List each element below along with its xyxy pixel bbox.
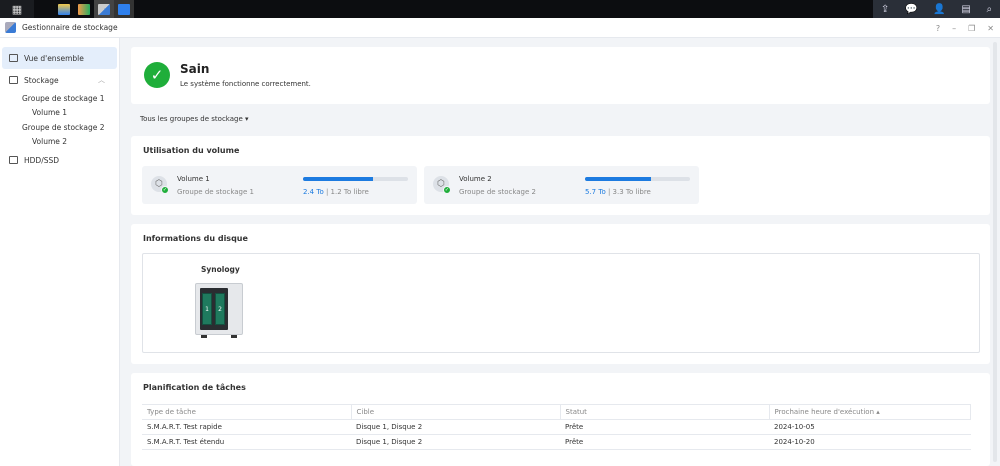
usage-bar [585,177,690,181]
separator: | [323,188,331,196]
sidebar-item-volume-1[interactable]: Volume 1 [0,106,119,121]
sidebar-item-storage[interactable]: Stockage ︿ [2,69,117,91]
volume-group: Groupe de stockage 2 [459,188,536,196]
sidebar-item-pool-1[interactable]: Groupe de stockage 1 [0,91,119,106]
close-button[interactable]: ✕ [987,24,994,33]
sidebar-item-overview[interactable]: Vue d'ensemble [2,47,117,69]
scrollbar-thumb[interactable] [993,42,997,462]
drive-bay-1[interactable]: 1 [202,293,212,325]
storage-manager-icon [5,22,16,33]
check-badge-icon: ✓ [161,186,169,194]
section-title: Planification de tâches [143,383,246,392]
main-content: ✓ Sain Le système fonctionne correctemen… [120,38,990,466]
search-icon[interactable]: ⌕ [986,4,992,15]
sidebar-item-volume-2[interactable]: Volume 2 [0,135,119,150]
volume-item[interactable]: ⬡ ✓ Volume 2 Groupe de stockage 2 5.7 To… [424,166,699,204]
table-row[interactable]: S.M.A.R.T. Test rapide Disque 1, Disque … [142,419,971,435]
usage-text: 5.7 To | 3.3 To libre [585,188,651,196]
drive-bay-2[interactable]: 2 [215,293,225,325]
section-title: Informations du disque [143,234,248,243]
nas-device-image[interactable]: 1 2 [195,283,243,338]
cell-type: S.M.A.R.T. Test étendu [142,434,351,450]
check-circle-icon: ✓ [144,62,170,88]
volume-item[interactable]: ⬡ ✓ Volume 1 Groupe de stockage 1 2.4 To… [142,166,417,204]
column-header-target[interactable]: Cible [351,404,561,420]
cell-type: S.M.A.R.T. Test rapide [142,419,351,435]
usage-bar-fill [303,177,374,181]
window-title: Gestionnaire de stockage [22,23,118,32]
taskbar: ▦ ⇪ 💬 👤 ▤ ⌕ [0,0,1000,18]
health-status: Sain [180,62,210,76]
cell-next-run: 2024-10-05 [769,419,971,435]
device-name: Synology [201,265,240,274]
table-header: Type de tâche Cible Statut Prochaine heu… [142,404,971,420]
app-storage-icon[interactable] [94,0,114,18]
health-card: ✓ Sain Le système fonctionne correctemen… [131,47,990,104]
section-title: Utilisation du volume [143,146,240,155]
widgets-icon[interactable]: ▤ [961,4,970,15]
column-header-status[interactable]: Statut [560,404,770,420]
task-schedule-card: Planification de tâches Type de tâche Ci… [131,373,990,466]
storage-icon [9,76,18,84]
usage-text: 2.4 To | 1.2 To libre [303,188,369,196]
column-header-type[interactable]: Type de tâche [142,404,352,420]
column-header-next-run[interactable]: Prochaine heure d'exécution ▴ [769,404,971,420]
minimize-button[interactable]: – [952,24,956,33]
volume-usage-card: Utilisation du volume ⬡ ✓ Volume 1 Group… [131,136,990,215]
chevron-up-icon[interactable]: ︿ [98,75,105,85]
cell-status: Prête [560,419,769,435]
scrollbar[interactable] [990,38,1000,466]
apps-grid-icon[interactable]: ▦ [0,0,34,18]
sidebar-item-pool-2[interactable]: Groupe de stockage 2 [0,120,119,135]
app-photo-icon[interactable] [54,0,74,18]
sidebar-item-label: Vue d'ensemble [24,53,84,63]
disk-info-card: Informations du disque Synology 1 2 [131,224,990,364]
cell-target: Disque 1, Disque 2 [351,419,560,435]
separator: | [605,188,613,196]
usage-bar [303,177,408,181]
volume-group: Groupe de stockage 1 [177,188,254,196]
cell-target: Disque 1, Disque 2 [351,434,560,450]
cell-status: Prête [560,434,769,450]
overview-icon [9,54,18,62]
free-value: 3.3 To libre [612,188,651,196]
health-message: Le système fonctionne correctement. [180,80,311,88]
free-value: 1.2 To libre [330,188,369,196]
hdd-icon [9,156,18,164]
volume-name: Volume 2 [459,175,492,183]
volume-name: Volume 1 [177,175,210,183]
used-value: 5.7 To [585,188,606,196]
nas-foot [231,335,237,338]
sidebar-item-label: Stockage [24,75,59,85]
sidebar: Vue d'ensemble Stockage ︿ Groupe de stock… [0,38,120,466]
upload-icon[interactable]: ⇪ [881,4,889,15]
task-table: Type de tâche Cible Statut Prochaine heu… [142,404,971,450]
usage-bar-fill [585,177,652,181]
sidebar-item-hdd-ssd[interactable]: HDD/SSD [2,149,117,171]
sidebar-item-label: HDD/SSD [24,155,60,165]
cell-next-run: 2024-10-20 [769,434,971,450]
window-titlebar: Gestionnaire de stockage ? – ❐ ✕ [0,18,1000,38]
user-icon[interactable]: 👤 [933,4,945,15]
chat-icon[interactable]: 💬 [905,4,917,15]
device-panel: Synology 1 2 [142,253,980,353]
help-button[interactable]: ? [936,24,940,33]
table-row[interactable]: S.M.A.R.T. Test étendu Disque 1, Disque … [142,434,971,450]
storage-pool-filter-dropdown[interactable]: Tous les groupes de stockage ▾ [140,115,249,123]
restore-button[interactable]: ❐ [968,24,975,33]
check-badge-icon: ✓ [443,186,451,194]
used-value: 2.4 To [303,188,324,196]
nas-foot [201,335,207,338]
app-panel-icon[interactable] [114,0,134,18]
app-download-icon[interactable] [74,0,94,18]
